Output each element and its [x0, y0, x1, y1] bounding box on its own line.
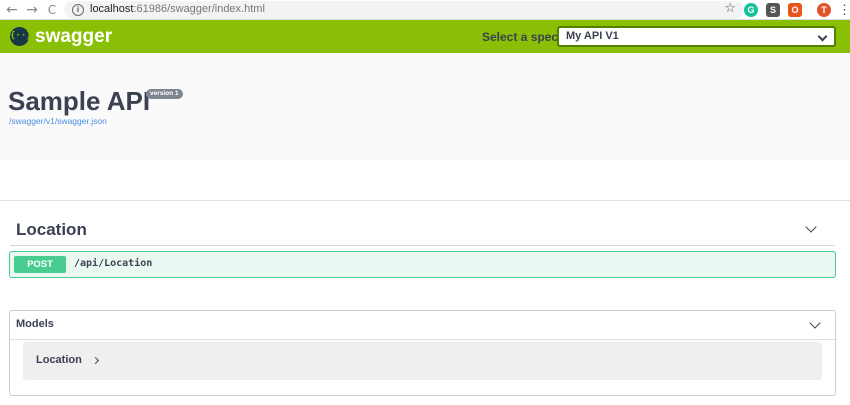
profile-avatar-icon[interactable]: T — [817, 3, 831, 17]
tag-collapse-chevron-icon[interactable] — [805, 221, 817, 233]
section-divider — [0, 200, 850, 201]
url-text: localhost:61986/swagger/index.html — [90, 3, 265, 15]
tag-underline — [10, 245, 835, 246]
operation-path: /api/Location — [74, 258, 153, 269]
version-badge: version 1 — [146, 89, 183, 99]
operation-post-location[interactable]: POST /api/Location — [9, 251, 836, 278]
model-name: Location — [36, 354, 82, 366]
forward-icon[interactable]: → — [23, 1, 41, 19]
tag-location-title[interactable]: Location — [16, 220, 87, 240]
method-badge: POST — [14, 256, 66, 273]
site-info-icon[interactable]: i — [72, 4, 84, 16]
office-extension-icon[interactable]: O — [788, 3, 802, 17]
chevron-right-icon — [91, 356, 100, 365]
api-info: Sample API version 1 /swagger/v1/swagger… — [0, 53, 850, 160]
models-divider — [10, 339, 835, 340]
select-spec-label: Select a spec — [482, 30, 559, 44]
models-collapse-chevron-icon[interactable] — [809, 317, 821, 329]
chevron-down-icon — [817, 31, 828, 42]
swagger-logo-text[interactable]: swagger — [35, 26, 112, 48]
back-icon[interactable]: ← — [3, 1, 21, 19]
url-path: :61986/swagger/index.html — [133, 3, 265, 15]
reload-icon[interactable]: C — [43, 1, 61, 19]
models-title[interactable]: Models — [16, 318, 54, 330]
browser-menu-icon[interactable]: ⋮ — [838, 2, 850, 18]
models-section: Models Location — [9, 310, 836, 396]
url-host: localhost — [90, 3, 134, 15]
grammarly-extension-icon[interactable]: G — [744, 3, 758, 17]
model-item-location[interactable]: Location — [23, 342, 822, 380]
api-title: Sample API — [8, 86, 151, 116]
spec-select-value: My API V1 — [566, 30, 619, 42]
address-bar[interactable]: i localhost:61986/swagger/index.html ☆ — [64, 1, 744, 19]
spec-select[interactable]: My API V1 — [557, 26, 836, 47]
spec-json-link[interactable]: /swagger/v1/swagger.json — [9, 116, 107, 126]
bookmark-star-icon[interactable]: ☆ — [724, 1, 736, 16]
swagger-topbar: {··} swagger Select a spec My API V1 — [0, 20, 850, 53]
scribe-extension-icon[interactable]: S — [766, 3, 780, 17]
browser-toolbar: ← → C i localhost:61986/swagger/index.ht… — [0, 0, 850, 20]
swagger-logo-icon[interactable]: {··} — [10, 27, 32, 46]
